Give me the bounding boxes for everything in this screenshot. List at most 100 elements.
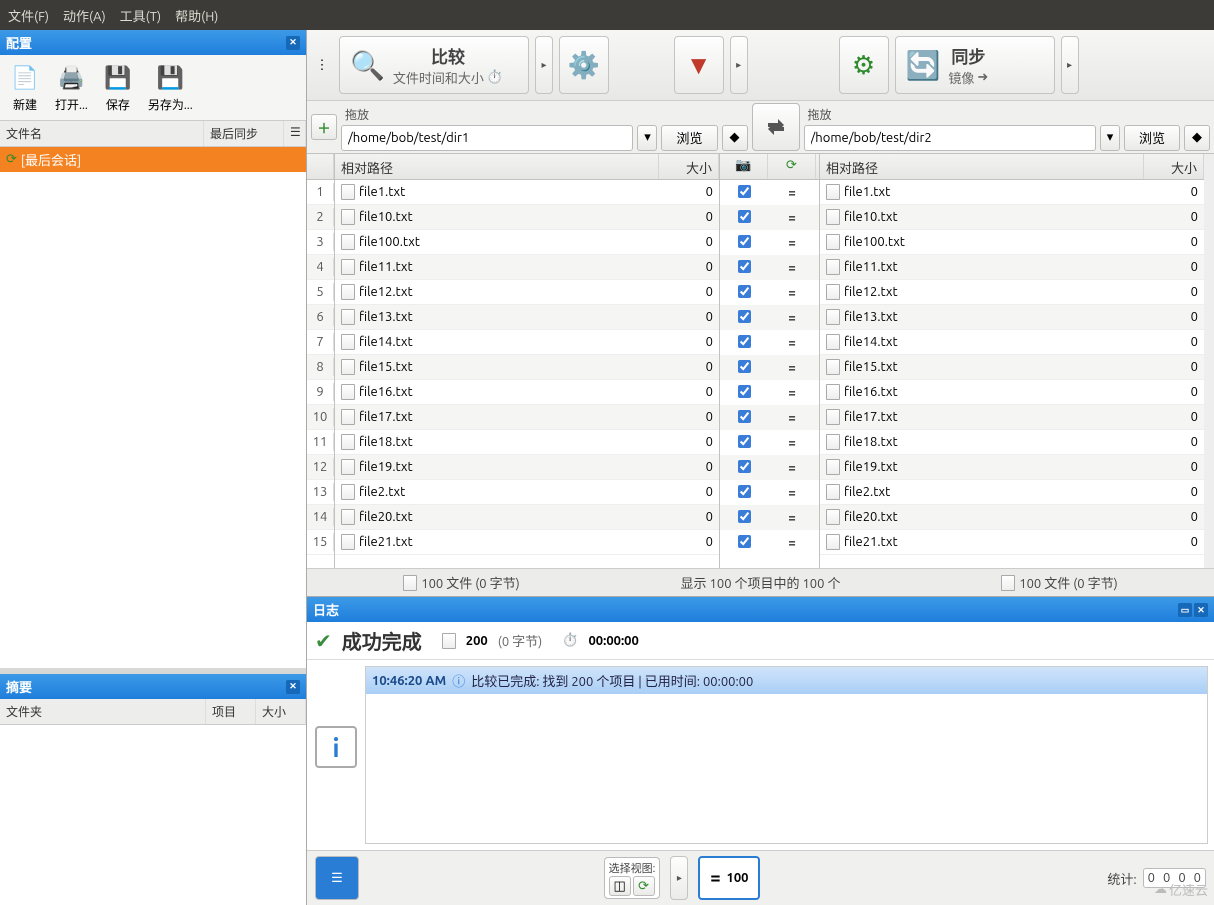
- right-cloud-icon[interactable]: ◆: [1184, 125, 1210, 151]
- file-row[interactable]: file12.txt0: [820, 280, 1204, 305]
- add-path-button[interactable]: ＋: [311, 114, 337, 140]
- file-row[interactable]: file19.txt0: [820, 455, 1204, 480]
- compare-row: =: [720, 380, 819, 405]
- left-path-drop[interactable]: ▾: [637, 125, 657, 151]
- file-row[interactable]: file11.txt0: [335, 255, 719, 280]
- session-last[interactable]: ⟳ [最后会话]: [0, 147, 306, 172]
- file-row[interactable]: file14.txt0: [335, 330, 719, 355]
- file-row[interactable]: file10.txt0: [335, 205, 719, 230]
- compare-drop[interactable]: ▸: [535, 36, 553, 94]
- file-row[interactable]: file11.txt0: [820, 255, 1204, 280]
- right-path-drop[interactable]: ▾: [1100, 125, 1120, 151]
- include-checkbox[interactable]: [738, 460, 751, 473]
- col-relpath-left[interactable]: 相对路径: [335, 154, 659, 179]
- file-row[interactable]: file2.txt0: [820, 480, 1204, 505]
- file-row[interactable]: file13.txt0: [820, 305, 1204, 330]
- filter-button[interactable]: ▼: [674, 36, 724, 94]
- col-lastsync[interactable]: 最后同步: [204, 121, 284, 146]
- filter-drop[interactable]: ▸: [730, 36, 748, 94]
- file-row[interactable]: file17.txt0: [335, 405, 719, 430]
- file-row[interactable]: file18.txt0: [335, 430, 719, 455]
- log-message-row[interactable]: 10:46:20 AM ⓘ 比较已完成: 找到 200 个项目 | 已用时间: …: [366, 667, 1207, 694]
- file-row[interactable]: file13.txt0: [335, 305, 719, 330]
- file-row[interactable]: file16.txt0: [335, 380, 719, 405]
- sync-settings-button[interactable]: ⚙: [839, 36, 889, 94]
- save-config-button[interactable]: 💾保存: [97, 59, 139, 116]
- summary-close-icon[interactable]: ✕: [286, 680, 300, 694]
- col-folder[interactable]: 文件夹: [0, 699, 206, 724]
- col-items[interactable]: 项目: [206, 699, 256, 724]
- include-checkbox[interactable]: [738, 510, 751, 523]
- menu-help[interactable]: 帮助(H): [175, 6, 218, 25]
- col-toggle-icon[interactable]: ☰: [284, 121, 306, 146]
- file-row[interactable]: file14.txt0: [820, 330, 1204, 355]
- file-row[interactable]: file100.txt0: [820, 230, 1204, 255]
- action-col-icon[interactable]: ⟳: [768, 154, 816, 179]
- open-config-button[interactable]: 🖨️打开...: [50, 59, 93, 116]
- view-mode-1-button[interactable]: ◫: [609, 876, 631, 896]
- include-checkbox[interactable]: [738, 535, 751, 548]
- swap-paths-button[interactable]: [752, 103, 800, 151]
- equal-count-button[interactable]: = 100: [698, 856, 760, 900]
- file-row[interactable]: file1.txt0: [335, 180, 719, 205]
- file-row[interactable]: file12.txt0: [335, 280, 719, 305]
- include-checkbox[interactable]: [738, 310, 751, 323]
- scrollbar[interactable]: [1204, 154, 1214, 568]
- include-checkbox[interactable]: [738, 335, 751, 348]
- col-size-right[interactable]: 大小: [1144, 154, 1204, 179]
- include-checkbox[interactable]: [738, 385, 751, 398]
- include-checkbox[interactable]: [738, 435, 751, 448]
- file-row[interactable]: file1.txt0: [820, 180, 1204, 205]
- config-close-icon[interactable]: ✕: [286, 36, 300, 50]
- log-min-icon[interactable]: ▭: [1178, 603, 1192, 617]
- include-checkbox[interactable]: [738, 485, 751, 498]
- include-checkbox[interactable]: [738, 410, 751, 423]
- col-size-left[interactable]: 大小: [659, 154, 719, 179]
- file-row[interactable]: file17.txt0: [820, 405, 1204, 430]
- file-row[interactable]: file16.txt0: [820, 380, 1204, 405]
- include-checkbox[interactable]: [738, 235, 751, 248]
- sync-drop[interactable]: ▸: [1061, 36, 1079, 94]
- view-drop[interactable]: ▸: [670, 856, 688, 900]
- file-row[interactable]: file21.txt0: [820, 530, 1204, 555]
- clock-icon: ⏱️: [562, 633, 578, 648]
- include-checkbox[interactable]: [738, 210, 751, 223]
- saveas-config-button[interactable]: 💾另存为...: [143, 59, 198, 116]
- new-config-button[interactable]: 📄新建: [4, 59, 46, 116]
- left-cloud-icon[interactable]: ◆: [722, 125, 748, 151]
- file-icon: [826, 209, 840, 225]
- include-checkbox[interactable]: [738, 260, 751, 273]
- file-row[interactable]: file15.txt0: [820, 355, 1204, 380]
- col-filename[interactable]: 文件名: [0, 121, 204, 146]
- file-row[interactable]: file2.txt0: [335, 480, 719, 505]
- left-browse-button[interactable]: 浏览: [661, 125, 717, 151]
- col-size[interactable]: 大小: [256, 699, 306, 724]
- file-row[interactable]: file21.txt0: [335, 530, 719, 555]
- compare-button[interactable]: 🔍 比较 文件时间和大小 ⏱️: [339, 36, 529, 94]
- log-close-icon[interactable]: ✕: [1194, 603, 1208, 617]
- col-relpath-right[interactable]: 相对路径: [820, 154, 1144, 179]
- include-checkbox[interactable]: [738, 185, 751, 198]
- right-browse-button[interactable]: 浏览: [1124, 125, 1180, 151]
- right-path-input[interactable]: [804, 125, 1096, 151]
- file-row[interactable]: file15.txt0: [335, 355, 719, 380]
- compare-label: 比较: [431, 43, 465, 68]
- include-checkbox[interactable]: [738, 360, 751, 373]
- file-row[interactable]: file20.txt0: [335, 505, 719, 530]
- compare-settings-button[interactable]: ⚙️: [559, 36, 609, 94]
- menu-action[interactable]: 动作(A): [63, 6, 106, 25]
- sync-button[interactable]: 🔄 同步 镜像 ➜: [895, 36, 1055, 94]
- file-row[interactable]: file20.txt0: [820, 505, 1204, 530]
- file-row[interactable]: file100.txt0: [335, 230, 719, 255]
- splitter-handle[interactable]: ⋮: [311, 36, 333, 94]
- include-col-icon[interactable]: 📷: [720, 154, 768, 179]
- file-row[interactable]: file19.txt0: [335, 455, 719, 480]
- view-mode-2-button[interactable]: ⟳: [633, 876, 655, 896]
- menu-file[interactable]: 文件(F): [8, 6, 49, 25]
- view-list-button[interactable]: ☰: [315, 856, 359, 900]
- left-path-input[interactable]: [341, 125, 633, 151]
- file-row[interactable]: file10.txt0: [820, 205, 1204, 230]
- file-row[interactable]: file18.txt0: [820, 430, 1204, 455]
- include-checkbox[interactable]: [738, 285, 751, 298]
- menu-tools[interactable]: 工具(T): [120, 6, 161, 25]
